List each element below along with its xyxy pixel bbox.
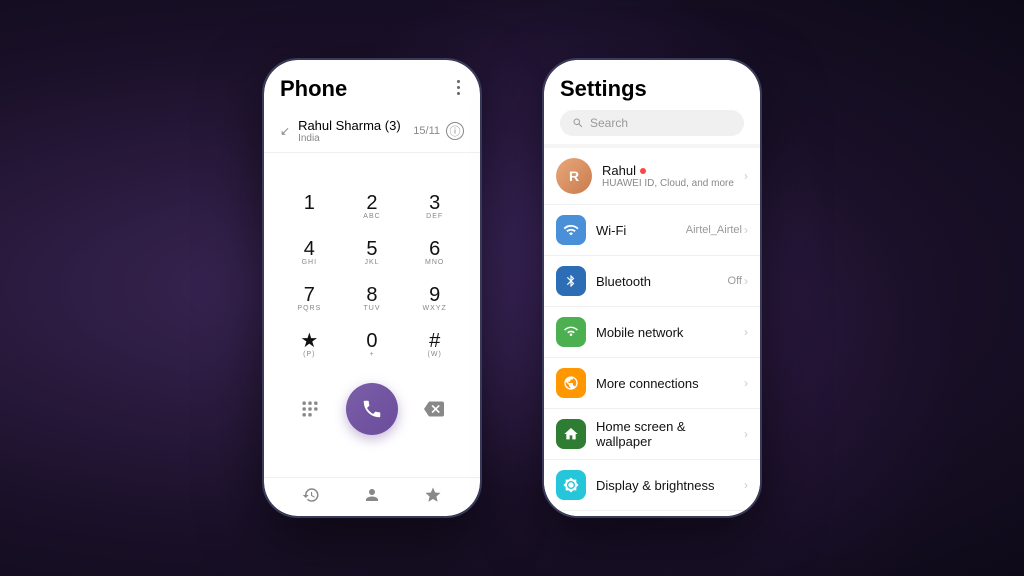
dialpad: 1 2ABC 3DEF 4GHI 5JKL 6MNO 7PQRS 8TUV 9W… xyxy=(264,153,480,477)
mobile-network-right: › xyxy=(744,325,748,339)
settings-item-home-screen[interactable]: Home screen & wallpaper › xyxy=(544,409,760,460)
home-screen-right: › xyxy=(744,427,748,441)
phone-screen: Phone ↙ Rahul Sharma (3) India 15/11 ⓘ xyxy=(264,60,480,516)
dial-key-9[interactable]: 9WXYZ xyxy=(405,279,464,321)
dial-key-4[interactable]: 4GHI xyxy=(280,233,339,275)
nav-contacts[interactable] xyxy=(363,486,381,504)
display-right: › xyxy=(744,478,748,492)
settings-item-mobile-network[interactable]: Mobile network › xyxy=(544,307,760,358)
phone-title: Phone xyxy=(280,76,347,102)
settings-profile-row[interactable]: R Rahul HUAWEI ID, Cloud, and more › xyxy=(544,148,760,205)
search-icon xyxy=(572,117,584,129)
more-connections-right: › xyxy=(744,376,748,390)
phone-frame: Phone ↙ Rahul Sharma (3) India 15/11 ⓘ xyxy=(262,58,482,518)
display-chevron-icon: › xyxy=(744,478,748,492)
dial-key-8[interactable]: 8TUV xyxy=(343,279,402,321)
more-connections-icon xyxy=(556,368,586,398)
dialpad-toggle-button[interactable] xyxy=(296,395,324,423)
dial-key-star[interactable]: ★(P) xyxy=(280,325,339,367)
settings-list: R Rahul HUAWEI ID, Cloud, and more › xyxy=(544,148,760,516)
home-screen-chevron-icon: › xyxy=(744,427,748,441)
phone-nav-bar xyxy=(264,477,480,516)
profile-chevron-icon: › xyxy=(744,169,748,183)
mobile-network-icon xyxy=(556,317,586,347)
display-icon xyxy=(556,470,586,500)
profile-info: Rahul HUAWEI ID, Cloud, and more xyxy=(602,163,744,189)
wifi-chevron-icon: › xyxy=(744,223,748,237)
profile-sub: HUAWEI ID, Cloud, and more xyxy=(602,178,744,189)
call-meta: 15/11 ⓘ xyxy=(413,122,464,140)
more-connections-content: More connections xyxy=(596,376,744,391)
caller-location: India xyxy=(298,133,405,144)
dial-key-2[interactable]: 2ABC xyxy=(343,187,402,229)
caller-name: Rahul Sharma (3) xyxy=(298,118,405,133)
wifi-icon xyxy=(556,215,586,245)
bluetooth-right: Off › xyxy=(728,274,748,288)
nav-recents[interactable] xyxy=(302,486,320,504)
call-button[interactable] xyxy=(346,383,398,435)
profile-avatar: R xyxy=(556,158,592,194)
mobile-network-chevron-icon: › xyxy=(744,325,748,339)
dialpad-grid: 1 2ABC 3DEF 4GHI 5JKL 6MNO 7PQRS 8TUV 9W… xyxy=(280,187,464,367)
settings-item-display[interactable]: Display & brightness › xyxy=(544,460,760,511)
settings-item-wifi[interactable]: Wi-Fi Airtel_Airtel › xyxy=(544,205,760,256)
call-info-button[interactable]: ⓘ xyxy=(446,122,464,140)
settings-item-more-connections[interactable]: More connections › xyxy=(544,358,760,409)
nav-favorites[interactable] xyxy=(424,486,442,504)
dial-key-3[interactable]: 3DEF xyxy=(405,187,464,229)
settings-screen: Settings Search R Rahul xyxy=(544,60,760,516)
more-connections-chevron-icon: › xyxy=(744,376,748,390)
search-placeholder: Search xyxy=(590,116,628,130)
settings-search-bar[interactable]: Search xyxy=(560,110,744,136)
profile-notification-dot xyxy=(640,168,646,174)
home-screen-content: Home screen & wallpaper xyxy=(596,419,744,449)
recent-call-row[interactable]: ↙ Rahul Sharma (3) India 15/11 ⓘ xyxy=(264,110,480,153)
dial-key-5[interactable]: 5JKL xyxy=(343,233,402,275)
phone-device: Phone ↙ Rahul Sharma (3) India 15/11 ⓘ xyxy=(262,58,482,518)
dial-key-6[interactable]: 6MNO xyxy=(405,233,464,275)
call-count: 15/11 xyxy=(413,125,440,137)
missed-call-icon: ↙ xyxy=(280,124,290,138)
bluetooth-icon xyxy=(556,266,586,296)
backspace-button[interactable] xyxy=(420,395,448,423)
phone-app: Phone ↙ Rahul Sharma (3) India 15/11 ⓘ xyxy=(264,60,480,516)
wifi-content: Wi-Fi xyxy=(596,223,686,238)
settings-device: Settings Search R Rahul xyxy=(542,58,762,518)
display-content: Display & brightness xyxy=(596,478,744,493)
home-screen-icon xyxy=(556,419,586,449)
settings-header: Settings Search xyxy=(544,60,760,144)
dial-key-7[interactable]: 7PQRS xyxy=(280,279,339,321)
settings-frame: Settings Search R Rahul xyxy=(542,58,762,518)
settings-title: Settings xyxy=(560,76,744,102)
phone-header: Phone xyxy=(264,60,480,110)
profile-name: Rahul xyxy=(602,163,744,178)
dial-key-0[interactable]: 0+ xyxy=(343,325,402,367)
phone-bottom-actions xyxy=(280,375,464,451)
dial-key-1[interactable]: 1 xyxy=(280,187,339,229)
wifi-right: Airtel_Airtel › xyxy=(686,223,748,237)
phone-menu-button[interactable] xyxy=(453,76,464,99)
bluetooth-content: Bluetooth xyxy=(596,274,728,289)
settings-item-bluetooth[interactable]: Bluetooth Off › xyxy=(544,256,760,307)
dial-key-hash[interactable]: #(W) xyxy=(405,325,464,367)
settings-item-sounds[interactable]: Sounds & vibration › xyxy=(544,511,760,516)
call-info: Rahul Sharma (3) India xyxy=(298,118,405,144)
bluetooth-chevron-icon: › xyxy=(744,274,748,288)
mobile-network-content: Mobile network xyxy=(596,325,744,340)
